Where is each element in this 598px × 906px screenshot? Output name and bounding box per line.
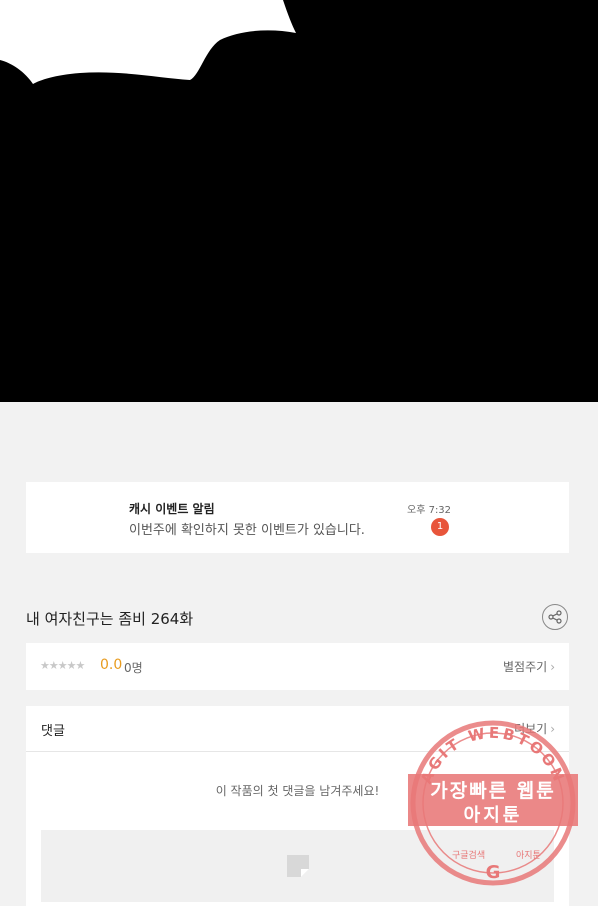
rating-bar: ★★★★★ 0.0 0명 별점주기 › (26, 643, 569, 690)
comic-artwork (0, 0, 296, 84)
rating-stars: ★★★★★ (40, 659, 85, 672)
comic-panel (0, 0, 598, 402)
rating-score: 0.0 (100, 657, 123, 673)
notification-body: 이번주에 확인하지 못한 이벤트가 있습니다. (129, 523, 365, 538)
rate-button-label: 별점주기 (503, 660, 548, 674)
rating-count: 0명 (124, 661, 143, 675)
comment-header: 댓글 더보기 › (26, 706, 569, 752)
chevron-right-icon: › (550, 660, 555, 674)
comment-section: 댓글 더보기 › 이 작품의 첫 댓글을 남겨주세요! (26, 706, 569, 906)
notification-badge: 1 (431, 518, 449, 536)
cash-event-notification[interactable]: 캐시 이벤트 알림 이번주에 확인하지 못한 이벤트가 있습니다. 오후 7:3… (26, 482, 569, 553)
rate-button[interactable]: 별점주기 › (503, 658, 555, 675)
more-comments-label: 더보기 (514, 722, 548, 736)
more-comments-button[interactable]: 더보기 › (514, 720, 555, 737)
episode-title: 내 여자친구는 좀비 264화 (26, 610, 194, 628)
chevron-right-icon: › (550, 722, 555, 736)
comment-input-area[interactable] (41, 830, 554, 902)
empty-comments-message: 이 작품의 첫 댓글을 남겨주세요! (215, 784, 380, 798)
comment-placeholder-icon (287, 855, 309, 877)
share-icon (548, 610, 562, 624)
comment-label: 댓글 (41, 724, 65, 739)
share-button[interactable] (542, 604, 568, 630)
notification-title: 캐시 이벤트 알림 (129, 502, 215, 516)
notification-time: 오후 7:32 (407, 505, 452, 516)
